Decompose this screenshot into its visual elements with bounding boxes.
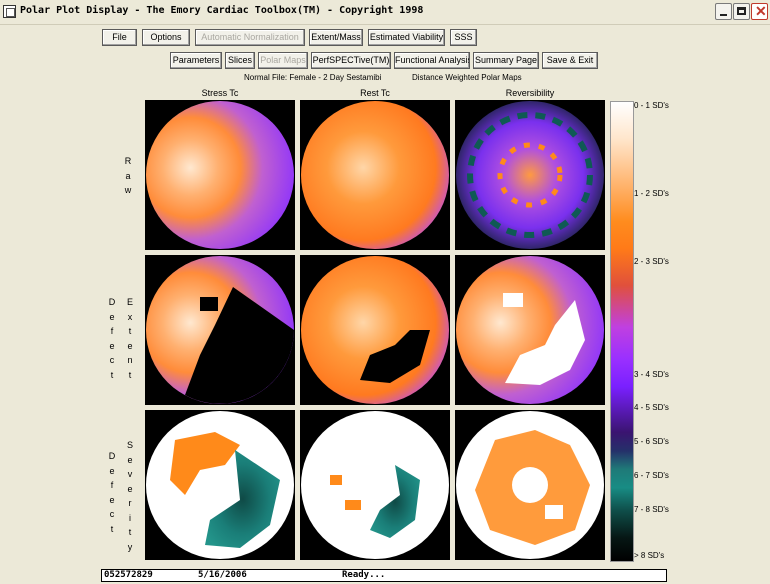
functional-analysis-button[interactable]: Functional Analysis	[394, 52, 470, 69]
perfspective-button[interactable]: PerfSPECTive(TM)	[311, 52, 391, 69]
polar-map-rest-raw[interactable]	[300, 100, 450, 250]
sss-button[interactable]: SSS	[450, 29, 477, 46]
polar-map-stress-raw[interactable]	[145, 100, 295, 250]
minimize-button[interactable]	[715, 3, 732, 20]
legend-label-7-8: 7 - 8 SD's	[634, 505, 669, 514]
close-icon: ✕	[755, 3, 767, 19]
row-label-raw: Raw	[124, 156, 132, 195]
extent-mass-button[interactable]: Extent/Mass	[309, 29, 363, 46]
minimize-icon	[720, 14, 727, 16]
polar-map-rest-extent[interactable]	[300, 255, 450, 405]
polar-map-reversibility-extent[interactable]	[455, 255, 605, 405]
column-header-stress: Stress Tc	[201, 88, 239, 98]
polar-map-reversibility-raw[interactable]	[455, 100, 605, 250]
status-patient-id: 052572829	[104, 570, 153, 580]
row-label-defect-severity-2: Severity	[126, 440, 133, 552]
automatic-normalization-button[interactable]: Automatic Normalization	[195, 29, 305, 46]
legend-label-0-1: 0 - 1 SD's	[634, 101, 669, 110]
row-label-defect-extent-2: Extent	[126, 297, 133, 380]
polar-map-rest-severity[interactable]	[300, 410, 450, 560]
maximize-icon	[737, 7, 746, 15]
window-title: Polar Plot Display - The Emory Cardiac T…	[20, 5, 424, 16]
polar-map-stress-severity[interactable]	[145, 410, 295, 560]
legend-label-5-6: 5 - 6 SD's	[634, 437, 669, 446]
legend-label-3-4: 3 - 4 SD's	[634, 370, 669, 379]
polar-maps-button[interactable]: Polar Maps	[258, 52, 308, 69]
file-button[interactable]: File	[102, 29, 137, 46]
column-header-rest: Rest Tc	[360, 88, 390, 98]
column-header-reversibility: Reversibility	[505, 88, 555, 98]
legend-label-6-7: 6 - 7 SD's	[634, 471, 669, 480]
legend-label-gt-8: > 8 SD's	[634, 551, 665, 560]
maximize-button[interactable]	[733, 3, 750, 20]
color-scale-bar	[610, 101, 634, 562]
parameters-button[interactable]: Parameters	[170, 52, 222, 69]
polar-map-reversibility-severity[interactable]	[455, 410, 605, 560]
title-bar: Polar Plot Display - The Emory Cardiac T…	[0, 0, 770, 25]
status-message: Ready...	[342, 570, 386, 580]
status-bar: 052572829 5/16/2006 Ready...	[101, 569, 667, 582]
row-label-defect-extent-1: Defect	[108, 297, 116, 380]
summary-page-button[interactable]: Summary Page	[473, 52, 539, 69]
row-label-defect-severity-1: Defect	[108, 451, 116, 534]
polar-map-stress-extent[interactable]	[145, 255, 295, 405]
app-icon[interactable]	[3, 5, 16, 18]
legend-label-2-3: 2 - 3 SD's	[634, 257, 669, 266]
close-button[interactable]: ✕	[751, 3, 768, 20]
normal-file-label: Normal File: Female - 2 Day Sestamibi	[244, 73, 382, 82]
save-exit-button[interactable]: Save & Exit	[542, 52, 598, 69]
slices-button[interactable]: Slices	[225, 52, 255, 69]
estimated-viability-button[interactable]: Estimated Viability	[368, 29, 445, 46]
options-button[interactable]: Options	[142, 29, 190, 46]
legend-label-4-5: 4 - 5 SD's	[634, 403, 669, 412]
map-type-label: Distance Weighted Polar Maps	[412, 73, 522, 82]
status-date: 5/16/2006	[198, 570, 247, 580]
legend-label-1-2: 1 - 2 SD's	[634, 189, 669, 198]
